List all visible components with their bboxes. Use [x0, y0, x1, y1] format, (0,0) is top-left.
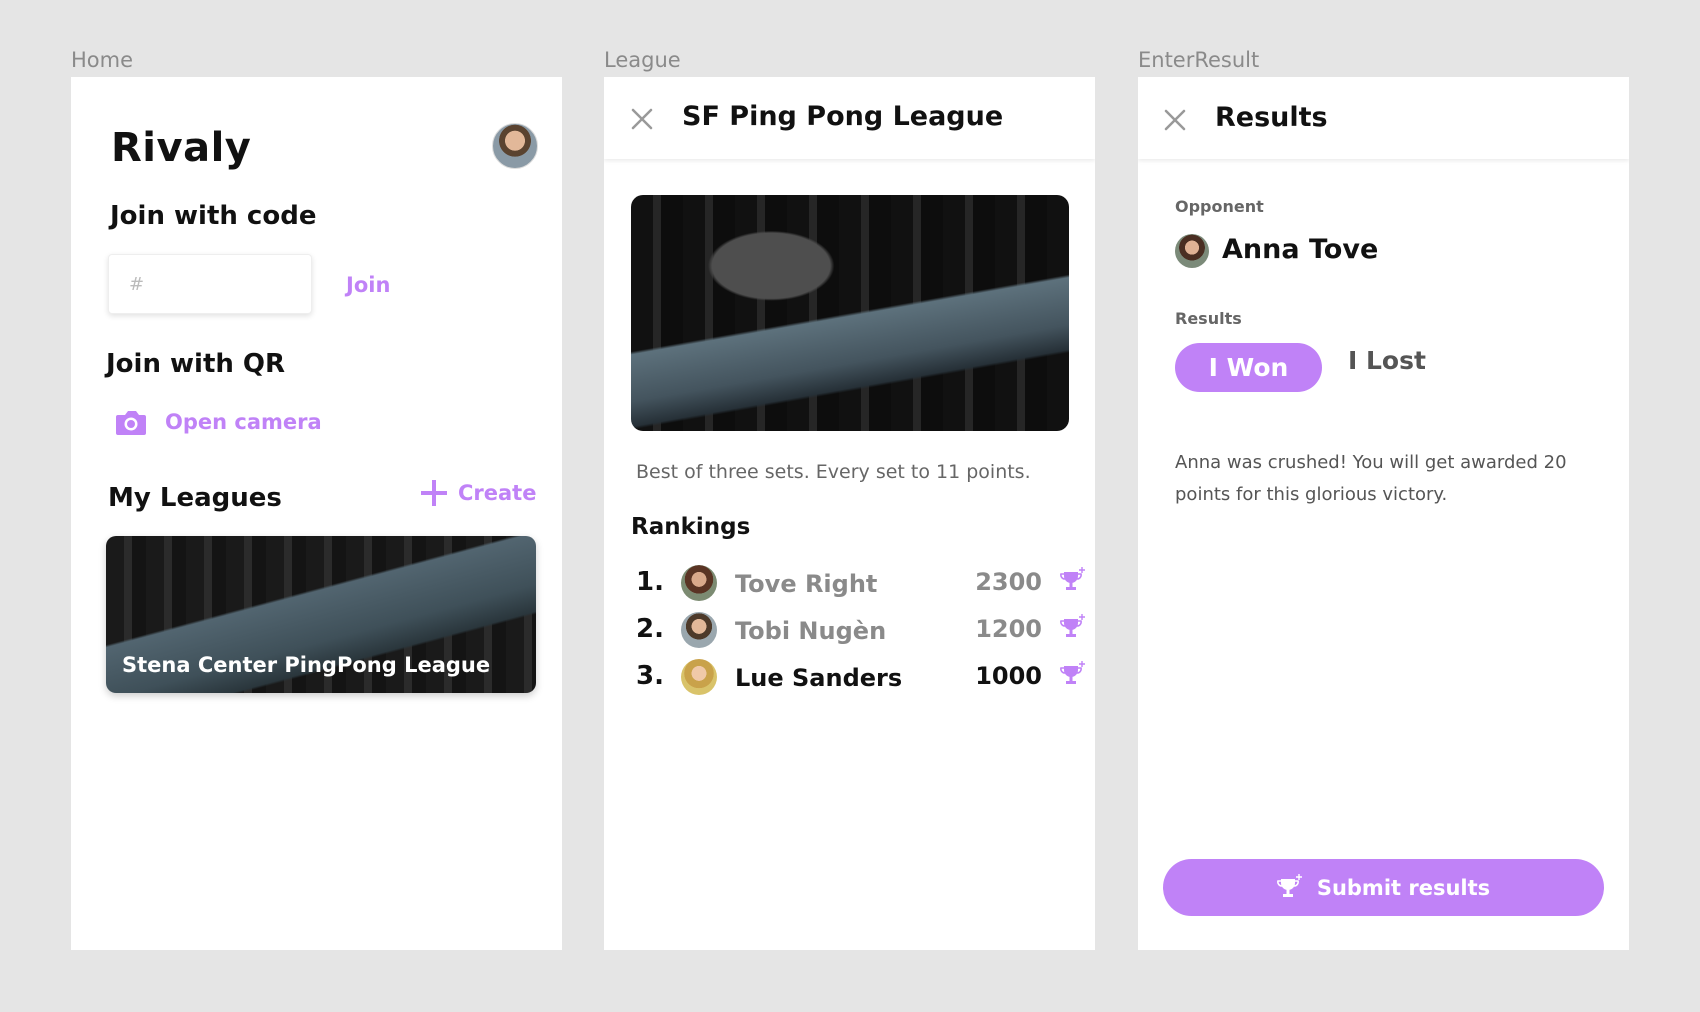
- league-description: Best of three sets. Every set to 11 poin…: [636, 461, 1031, 483]
- home-screen: Rivaly Join with code Join Join with QR …: [71, 77, 562, 950]
- league-title: SF Ping Pong League: [682, 101, 1004, 132]
- player-name: Tove Right: [735, 570, 878, 598]
- join-button[interactable]: Join: [346, 273, 390, 297]
- opponent-avatar: [1175, 234, 1209, 268]
- create-league-button[interactable]: Create: [420, 479, 536, 507]
- player-score: 2300: [975, 568, 1042, 596]
- close-icon[interactable]: [1163, 108, 1187, 132]
- trophy-icon[interactable]: [1060, 567, 1086, 595]
- create-label: Create: [458, 481, 537, 505]
- avatar: [681, 612, 717, 648]
- open-camera-button[interactable]: Open camera: [165, 410, 322, 434]
- ranking-row[interactable]: 3. Lue Sanders 1000: [636, 659, 1086, 699]
- camera-icon[interactable]: [114, 408, 148, 438]
- submit-results-button[interactable]: Submit results: [1163, 859, 1604, 916]
- player-score: 1000: [975, 662, 1042, 690]
- league-screen: SF Ping Pong League Best of three sets. …: [604, 77, 1095, 950]
- results-label: Results: [1175, 309, 1242, 328]
- avatar: [681, 565, 717, 601]
- league-header: SF Ping Pong League: [604, 77, 1095, 159]
- trophy-icon[interactable]: [1060, 614, 1086, 642]
- ranking-row[interactable]: 2. Tobi Nugèn 1200: [636, 612, 1086, 652]
- results-screen: Results Opponent Anna Tove Results I Won…: [1138, 77, 1629, 950]
- results-header: Results: [1138, 77, 1629, 159]
- rank-number: 1.: [636, 567, 664, 597]
- rankings-heading: Rankings: [631, 514, 751, 540]
- close-icon[interactable]: [630, 107, 654, 131]
- result-message: Anna was crushed! You will get awarded 2…: [1175, 452, 1567, 505]
- league-card-title: Stena Center PingPong League: [122, 653, 491, 677]
- i-lost-button[interactable]: I Lost: [1348, 346, 1426, 375]
- join-code-heading: Join with code: [110, 201, 317, 231]
- rank-number: 2.: [636, 614, 664, 644]
- league-card[interactable]: Stena Center PingPong League: [106, 536, 536, 693]
- results-title: Results: [1215, 102, 1328, 133]
- trophy-icon[interactable]: [1060, 661, 1086, 689]
- trophy-icon: [1276, 873, 1302, 897]
- frame-label-enter-result: EnterResult: [1138, 48, 1260, 72]
- player-score: 1200: [975, 615, 1042, 643]
- opponent-label: Opponent: [1175, 197, 1264, 216]
- user-avatar[interactable]: [492, 123, 538, 169]
- rank-number: 3.: [636, 661, 664, 691]
- app-title: Rivaly: [111, 125, 252, 171]
- player-name: Tobi Nugèn: [735, 617, 887, 645]
- ranking-row[interactable]: 1. Tove Right 2300: [636, 565, 1086, 605]
- frame-label-home: Home: [71, 48, 134, 72]
- opponent-name: Anna Tove: [1222, 234, 1379, 265]
- my-leagues-heading: My Leagues: [108, 483, 282, 513]
- frame-label-league: League: [604, 48, 681, 72]
- submit-label: Submit results: [1316, 875, 1491, 900]
- i-won-button[interactable]: I Won: [1175, 343, 1322, 392]
- code-input[interactable]: [108, 254, 312, 314]
- plus-icon: [421, 480, 447, 506]
- player-name: Lue Sanders: [735, 664, 903, 692]
- league-hero-image: [631, 195, 1069, 431]
- avatar: [681, 659, 717, 695]
- join-qr-heading: Join with QR: [106, 349, 286, 379]
